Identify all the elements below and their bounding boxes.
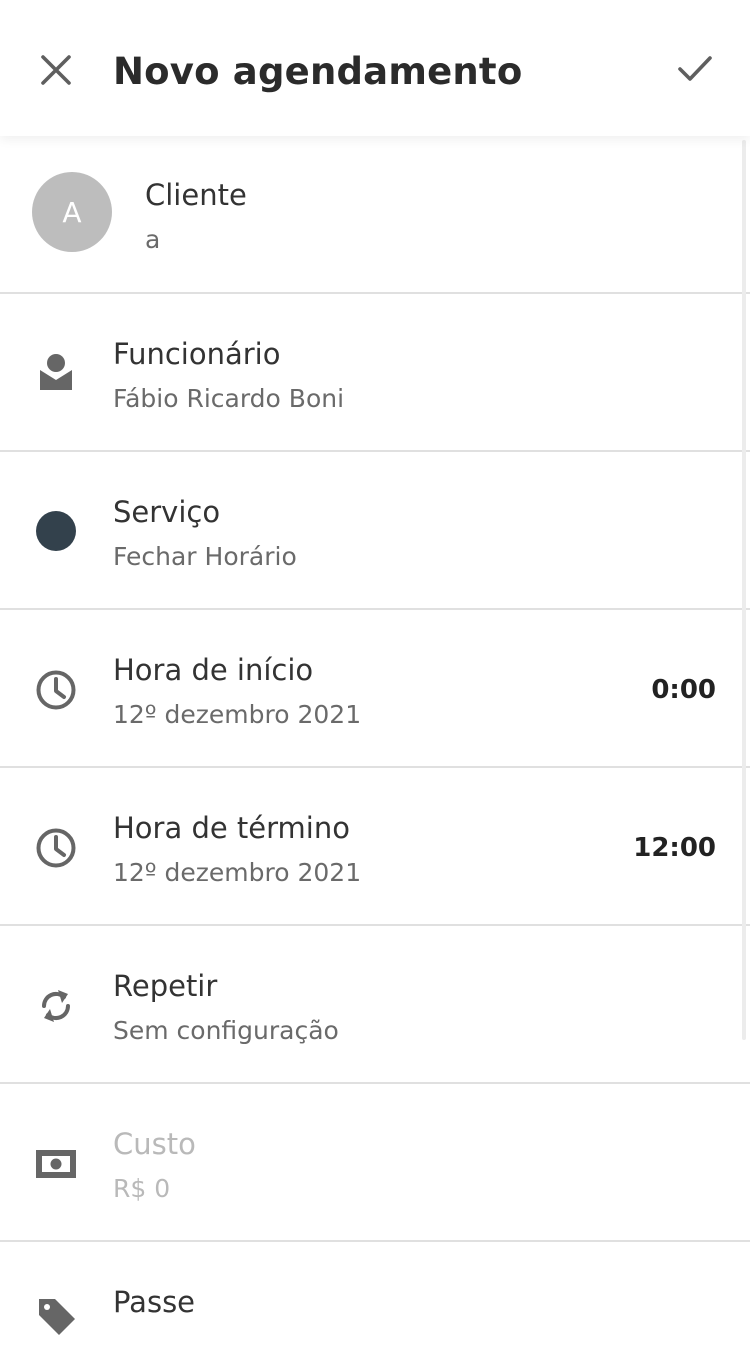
- employee-value: Fábio Ricardo Boni: [113, 384, 345, 413]
- color-dot-icon: [32, 507, 80, 555]
- confirm-button[interactable]: [668, 42, 722, 96]
- client-label: Cliente: [145, 178, 247, 212]
- end-time-label: Hora de término: [113, 811, 350, 845]
- repeat-label: Repetir: [113, 969, 218, 1003]
- repeat-row[interactable]: Repetir Sem configuração: [0, 926, 750, 1084]
- cost-label: Custo: [113, 1127, 196, 1161]
- client-row[interactable]: A Cliente a: [0, 136, 750, 294]
- cost-value: R$ 0: [113, 1174, 171, 1203]
- close-button[interactable]: [30, 44, 82, 96]
- pass-label: Passe: [113, 1285, 196, 1319]
- avatar: A: [32, 172, 112, 252]
- repeat-icon: [32, 982, 80, 1030]
- clock-icon: [32, 666, 80, 714]
- page-title: Novo agendamento: [113, 50, 523, 93]
- client-value: a: [145, 225, 161, 254]
- repeat-value: Sem configuração: [113, 1016, 339, 1045]
- service-row[interactable]: Serviço Fechar Horário: [0, 452, 750, 610]
- person-icon: [32, 348, 80, 396]
- cost-row[interactable]: Custo R$ 0: [0, 1084, 750, 1242]
- start-time-label: Hora de início: [113, 653, 314, 687]
- start-date-value: 12º dezembro 2021: [113, 700, 362, 729]
- clock-icon: [32, 824, 80, 872]
- service-label: Serviço: [113, 495, 221, 529]
- start-time-value: 0:00: [651, 675, 716, 705]
- close-icon: [41, 55, 71, 85]
- end-date-value: 12º dezembro 2021: [113, 858, 362, 887]
- end-time-row[interactable]: Hora de término 12º dezembro 2021 12:00: [0, 768, 750, 926]
- app-header: Novo agendamento: [0, 0, 750, 136]
- pass-row[interactable]: Passe: [0, 1242, 750, 1362]
- start-time-row[interactable]: Hora de início 12º dezembro 2021 0:00: [0, 610, 750, 768]
- service-value: Fechar Horário: [113, 542, 297, 571]
- employee-label: Funcionário: [113, 337, 281, 371]
- money-icon: [32, 1140, 80, 1188]
- check-icon: [678, 56, 712, 81]
- scrollbar[interactable]: [742, 140, 746, 1040]
- tag-icon: [32, 1292, 80, 1340]
- employee-row[interactable]: Funcionário Fábio Ricardo Boni: [0, 294, 750, 452]
- end-time-value: 12:00: [633, 833, 716, 863]
